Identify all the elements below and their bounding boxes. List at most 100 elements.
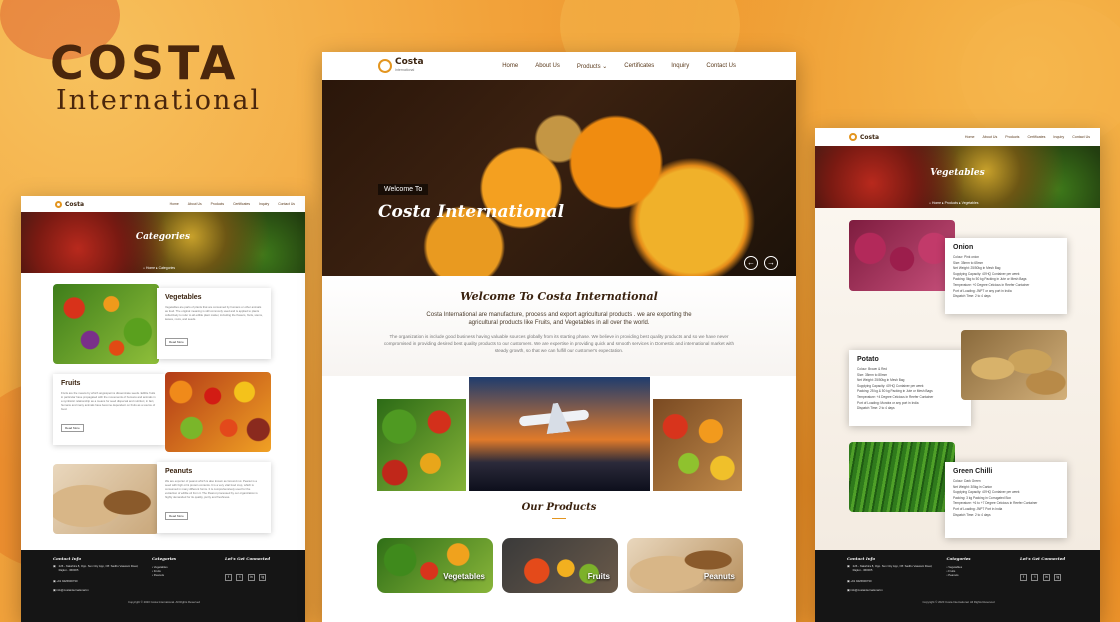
read-more-button[interactable]: Read More bbox=[61, 424, 84, 432]
product-label: Fruits bbox=[587, 572, 610, 581]
logo-text: Costa bbox=[860, 133, 880, 141]
airplane-photo bbox=[469, 377, 650, 491]
nav-item-inquiry[interactable]: Inquiry bbox=[259, 202, 269, 206]
nav-item-about[interactable]: About Us bbox=[535, 63, 560, 70]
nav-item-home[interactable]: Home bbox=[965, 135, 975, 139]
address-text: 226 - Nakshtra 8, Opp. Sun City App, Off… bbox=[852, 564, 933, 572]
phone-text: +91 9426900730 bbox=[850, 578, 872, 583]
breadcrumb-current: Vegetables bbox=[961, 201, 979, 205]
nav-menu: Home About Us Products Certificates Inqu… bbox=[965, 135, 1090, 139]
nav-item-contact[interactable]: Contact Us bbox=[278, 202, 295, 206]
brand-subtitle: International bbox=[56, 85, 262, 116]
linkedin-icon[interactable]: in bbox=[1042, 574, 1050, 581]
site-footer: Contact Info ▣ 226 - Nakshtra 8, Opp. Sun… bbox=[21, 550, 305, 622]
categories-page-mockup: Costa Home About Us Products Certificate… bbox=[21, 196, 305, 622]
footer-address: ▣ 226 - Nakshtra 8, Opp. Sun City App, Of… bbox=[847, 564, 933, 573]
footer-phone: ▣ +91 9426900730 bbox=[53, 579, 139, 583]
page-banner: Categories ⌂ Home ▸ Categories bbox=[21, 212, 305, 273]
footer-link-text: Peanuts bbox=[153, 573, 165, 577]
heading-underline bbox=[552, 518, 566, 519]
about-body: The organization is include good busines… bbox=[383, 334, 735, 353]
site-logo[interactable]: Costa bbox=[849, 133, 879, 141]
nav-menu: Home About Us Products ⌄ Certificates In… bbox=[502, 63, 736, 70]
product-info-green-chilli: Green Chilli Colour: Dark Green Net Weig… bbox=[945, 462, 1067, 538]
footer-address: ▣ 226 - Nakshtra 8, Opp. Sun City App, Of… bbox=[53, 564, 139, 573]
products-heading: Our Products bbox=[521, 502, 597, 513]
product-name: Onion bbox=[953, 244, 974, 251]
footer-link-peanuts[interactable]: • Peanuts bbox=[152, 573, 212, 577]
nav-item-about[interactable]: About Us bbox=[188, 202, 202, 206]
twitter-icon[interactable]: t bbox=[1031, 574, 1039, 581]
nav-item-contact[interactable]: Contact Us bbox=[706, 63, 736, 70]
potato-image bbox=[961, 330, 1067, 400]
product-card-fruits[interactable]: Fruits bbox=[502, 538, 618, 593]
footer-contact-heading: Contact Info bbox=[847, 556, 876, 561]
logo-text: Costa bbox=[395, 57, 424, 67]
footer-link-peanuts[interactable]: • Peanuts bbox=[947, 573, 1007, 577]
site-logo[interactable]: Costa bbox=[55, 200, 84, 208]
breadcrumb-home[interactable]: Home bbox=[146, 266, 155, 270]
spec-line: Dispatch Time: 2 to 4 days bbox=[953, 294, 991, 299]
nav-item-contact[interactable]: Contact Us bbox=[1072, 135, 1090, 139]
nav-item-products[interactable]: Products ⌄ bbox=[577, 63, 607, 70]
product-info-potato: Potato Colour: Brown & Red Size: 35mm to… bbox=[849, 350, 971, 426]
top-nav: Costa International Home About Us Produc… bbox=[322, 52, 796, 80]
read-more-button[interactable]: Read More bbox=[165, 338, 188, 346]
facebook-icon[interactable]: f bbox=[1020, 574, 1027, 581]
nav-item-inquiry[interactable]: Inquiry bbox=[671, 63, 689, 70]
nav-item-about[interactable]: About Us bbox=[982, 135, 997, 139]
footer-connect-heading: Let's Get Connected bbox=[225, 556, 271, 561]
nav-item-home[interactable]: Home bbox=[502, 63, 518, 70]
nav-item-certificates[interactable]: Certificates bbox=[233, 202, 250, 206]
instagram-icon[interactable]: ig bbox=[1054, 574, 1062, 581]
logo-mark-icon bbox=[55, 200, 62, 208]
spec-line: Dispatch Time: 2 to 4 days bbox=[857, 406, 895, 411]
nav-item-products[interactable]: Products bbox=[1005, 135, 1019, 139]
footer-email[interactable]: ▣ info@costainternational.in bbox=[847, 588, 933, 592]
logo-mark-icon bbox=[849, 133, 857, 141]
peanuts-image bbox=[53, 464, 159, 534]
linkedin-icon[interactable]: in bbox=[247, 574, 255, 581]
nav-item-certificates[interactable]: Certificates bbox=[624, 63, 654, 70]
facebook-icon[interactable]: f bbox=[225, 574, 232, 581]
vegetables-page-mockup: Costa Home About Us Products Certificate… bbox=[815, 128, 1100, 622]
home-page-mockup: Costa International Home About Us Produc… bbox=[322, 52, 796, 622]
brand-logo: COSTA International bbox=[50, 40, 261, 116]
product-name: Green Chilli bbox=[953, 468, 993, 475]
read-more-button[interactable]: Read More bbox=[165, 512, 188, 520]
footer-email[interactable]: ▣ info@costainternational.in bbox=[53, 588, 139, 592]
copyright: Copyright © 2020 Costa International. Al… bbox=[127, 599, 201, 604]
logo-mark-icon bbox=[378, 59, 392, 73]
phone-text: +91 9426900730 bbox=[56, 578, 78, 583]
about-section: Welcome To Costa International Costa Int… bbox=[322, 276, 796, 376]
nav-item-inquiry[interactable]: Inquiry bbox=[1053, 135, 1064, 139]
arrow-left-icon[interactable]: ← bbox=[744, 256, 758, 270]
category-description: We are exporter of peanut which is also … bbox=[165, 479, 258, 499]
product-name: Potato bbox=[857, 356, 879, 363]
footer-phone: ▣ +91 9426900730 bbox=[847, 579, 933, 583]
nav-item-certificates[interactable]: Certificates bbox=[1027, 135, 1045, 139]
logo-subtext: International bbox=[395, 68, 415, 72]
vegetables-photo bbox=[377, 399, 466, 491]
breadcrumb-products[interactable]: Products bbox=[945, 201, 958, 205]
category-card-peanuts: Peanuts We are exporter of peanut which … bbox=[157, 462, 271, 533]
hero-welcome-label: Welcome To bbox=[378, 184, 429, 195]
product-card-vegetables[interactable]: Vegetables bbox=[377, 538, 493, 593]
nav-item-home[interactable]: Home bbox=[170, 202, 179, 206]
nav-item-products[interactable]: Products bbox=[211, 202, 224, 206]
product-info-onion: Onion Colour: Pink onion Size: 35mm to 6… bbox=[945, 238, 1067, 314]
fruits-image bbox=[165, 372, 271, 452]
category-card-vegetables: Vegetables Vegetables are parts of plant… bbox=[157, 288, 271, 359]
footer-link-text: Peanuts bbox=[948, 573, 959, 577]
category-title: Vegetables bbox=[165, 294, 202, 301]
twitter-icon[interactable]: t bbox=[236, 574, 244, 581]
footer-contact-heading: Contact Info bbox=[53, 556, 82, 561]
page-banner: Vegetables ⌂ Home ▸ Products ▸ Vegetable… bbox=[815, 146, 1100, 208]
arrow-right-icon[interactable]: → bbox=[764, 256, 778, 270]
site-logo[interactable]: Costa International bbox=[378, 58, 424, 74]
breadcrumb: ⌂ Home ▸ Products ▸ Vegetables bbox=[929, 201, 979, 205]
hero-title: Costa International bbox=[378, 202, 565, 222]
product-card-peanuts[interactable]: Peanuts bbox=[627, 538, 743, 593]
breadcrumb-home[interactable]: Home bbox=[932, 201, 941, 205]
instagram-icon[interactable]: ig bbox=[259, 574, 267, 581]
